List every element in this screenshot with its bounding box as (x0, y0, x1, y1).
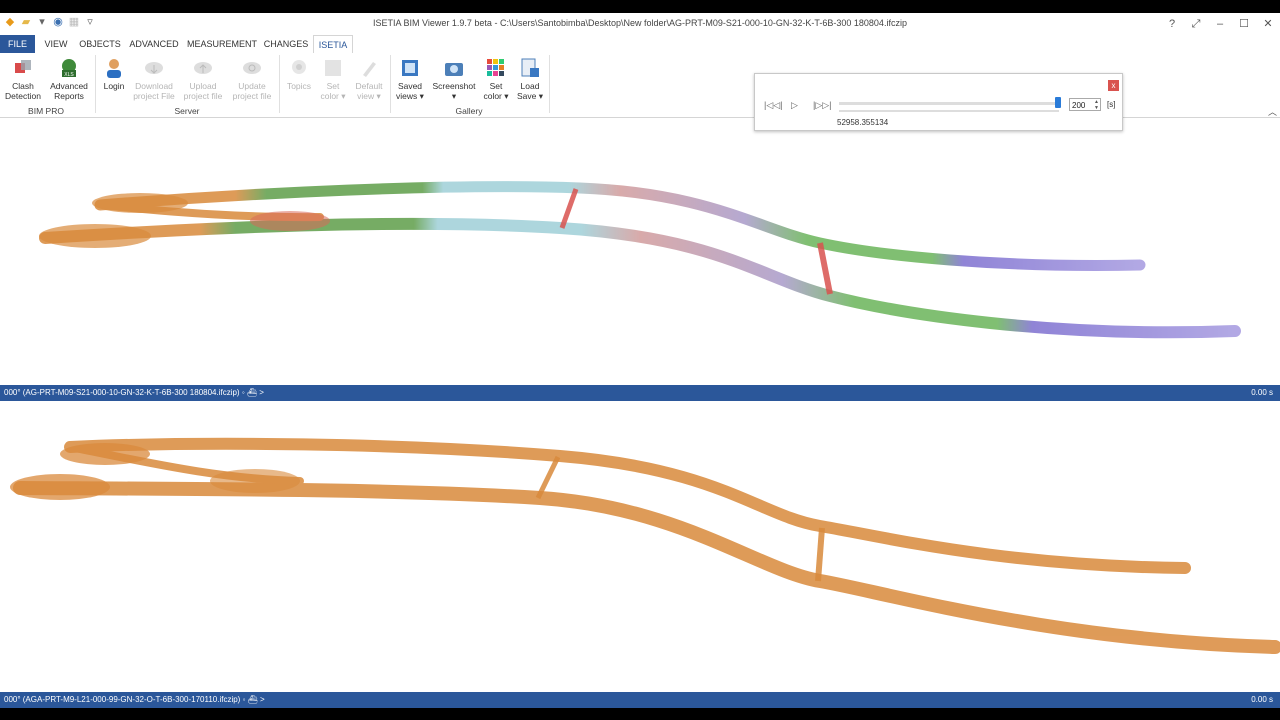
speed-slider[interactable] (839, 110, 1059, 112)
skip-start-icon[interactable]: |◁◁| (764, 100, 783, 111)
tab-objects[interactable]: OBJECTS (78, 35, 122, 53)
upload-project-file-button[interactable]: Upload project file (181, 57, 225, 101)
screenshot-button[interactable]: Screenshot ▾ (432, 57, 476, 101)
portal-shaft[interactable] (10, 474, 110, 500)
timeline-slider[interactable] (839, 102, 1059, 105)
download-project-file-label: Download project File (133, 81, 175, 101)
stepper-arrows-icon[interactable]: ▲ ▼ (1094, 99, 1099, 111)
status-bar-bottom: 000° (AGA-PRT-M9-L21-000-99-GN-32-O-T-6B… (0, 692, 1280, 708)
download-project-file-button[interactable]: Download project File (132, 57, 176, 101)
status-model-name: 000° (AGA-PRT-M9-L21-000-99-GN-32-O-T-6B… (4, 695, 265, 704)
upload-project-file-label: Upload project file (183, 81, 223, 101)
tab-file[interactable]: FILE (0, 35, 35, 53)
cloud-upload-icon (194, 62, 212, 74)
cross-passage[interactable] (815, 527, 825, 582)
topics-label: Topics (286, 81, 312, 91)
svg-text:XLS: XLS (64, 72, 74, 78)
saved-views-label: Saved views ▾ (396, 81, 424, 101)
portal-shaft[interactable] (60, 443, 150, 465)
duration-stepper[interactable]: 200 ▲ ▼ (1069, 98, 1101, 111)
ribbon-separator (279, 55, 280, 113)
cavern[interactable] (250, 211, 330, 231)
topics-button[interactable]: Topics (284, 57, 314, 91)
advanced-reports-label: Advanced Reports (50, 81, 88, 101)
cross-passage[interactable] (559, 188, 579, 229)
cross-passage[interactable] (817, 242, 833, 295)
tab-advanced[interactable]: ADVANCED (127, 35, 181, 53)
set-color-disabled-button[interactable]: Set color ▾ (318, 57, 348, 101)
color-palette-icon (487, 59, 504, 76)
default-view-button[interactable]: Default view ▾ (352, 57, 386, 101)
tunnel-tube[interactable] (39, 217, 1241, 339)
screenshot-label: Screenshot ▾ (432, 81, 476, 101)
cloud-sync-icon (243, 62, 261, 74)
portal-shaft[interactable] (92, 193, 188, 213)
group-label-gallery: Gallery (455, 106, 483, 116)
default-view-label: Default view ▾ (355, 81, 383, 101)
clash-detection-icon (15, 60, 31, 73)
status-bar-top: 000° (AG-PRT-M09-S21-000-10-GN-32-K-T-6B… (0, 385, 1280, 401)
minimize-button[interactable]: – (1208, 13, 1232, 35)
login-label: Login (103, 81, 125, 91)
group-label-server: Server (174, 106, 200, 116)
login-button[interactable]: Login (100, 57, 128, 91)
set-color-disabled-label: Set color ▾ (320, 81, 346, 101)
viewport-top[interactable] (0, 118, 1280, 385)
window-title: ISETIA BIM Viewer 1.9.7 beta - C:\Users\… (373, 18, 907, 28)
collapse-ribbon-icon[interactable]: ︿ (1268, 105, 1277, 118)
play-icon[interactable]: ▷ (791, 100, 798, 111)
ribbon-tabs: FILE VIEW OBJECTS ADVANCED MEASUREMENT C… (0, 35, 1280, 55)
top-black-bar (0, 0, 1280, 13)
tab-changes[interactable]: CHANGES (261, 35, 311, 53)
saved-views-icon (402, 60, 418, 76)
bottom-black-bar (0, 708, 1280, 720)
current-time-readout: 52958.355134 (837, 118, 889, 127)
color-grid-icon (325, 60, 341, 76)
player-close-button[interactable]: x (1108, 80, 1119, 91)
duration-unit: [s] (1107, 100, 1116, 109)
skip-end-icon[interactable]: |▷▷| (813, 100, 832, 111)
help-button[interactable]: ? (1160, 13, 1184, 35)
status-model-name: 000° (AG-PRT-M09-S21-000-10-GN-32-K-T-6B… (4, 388, 264, 397)
timeline-slider-thumb[interactable] (1055, 97, 1061, 108)
ribbon-separator (95, 55, 96, 113)
portal-shaft[interactable] (39, 224, 151, 248)
status-time: 0.00 s (1251, 695, 1273, 704)
ribbon-separator (390, 55, 391, 113)
tab-view[interactable]: VIEW (40, 35, 72, 53)
cavern[interactable] (210, 469, 300, 493)
close-button[interactable]: ✕ (1256, 13, 1280, 35)
viewport-bottom[interactable] (0, 401, 1280, 692)
load-save-label: Load Save ▾ (516, 81, 543, 101)
model-render-bottom[interactable] (0, 401, 1280, 692)
set-color-button[interactable]: Set color ▾ (482, 57, 510, 101)
ribbon-separator (549, 55, 550, 113)
model-render-top[interactable] (0, 118, 1280, 385)
tab-measurement[interactable]: MEASUREMENT (187, 35, 257, 53)
status-time: 0.00 s (1251, 388, 1273, 397)
cloud-download-icon (145, 62, 163, 74)
reports-icon: XLS (62, 59, 76, 78)
fullscreen-button[interactable]: ⤢ (1184, 13, 1208, 35)
load-save-icon (521, 58, 539, 77)
maximize-button[interactable]: ☐ (1232, 13, 1256, 35)
group-label-bimpro: BIM PRO (28, 106, 64, 116)
title-bar: ◆ ▰ ▾ ◉ ▦ ▿ ISETIA BIM Viewer 1.9.7 beta… (0, 13, 1280, 35)
update-project-file-label: Update project file (232, 81, 272, 101)
tab-isetia[interactable]: ISETIA (313, 35, 353, 55)
load-save-button[interactable]: Load Save ▾ (515, 57, 545, 101)
user-icon (107, 59, 121, 78)
clash-detection-label: Clash Detection (5, 81, 41, 101)
duration-value: 200 (1072, 101, 1086, 110)
topics-icon (292, 60, 306, 74)
set-color-label: Set color ▾ (483, 81, 509, 101)
update-project-file-button[interactable]: Update project file (230, 57, 274, 101)
animation-player-panel: x |◁◁| ▷ |▷▷| 200 ▲ ▼ [s] 52958.355134 (754, 73, 1123, 131)
saved-views-button[interactable]: Saved views ▾ (395, 57, 425, 101)
camera-icon (445, 63, 463, 76)
clash-detection-button[interactable]: Clash Detection (4, 57, 42, 101)
brush-icon (363, 62, 376, 77)
advanced-reports-button[interactable]: XLS Advanced Reports (48, 57, 90, 101)
